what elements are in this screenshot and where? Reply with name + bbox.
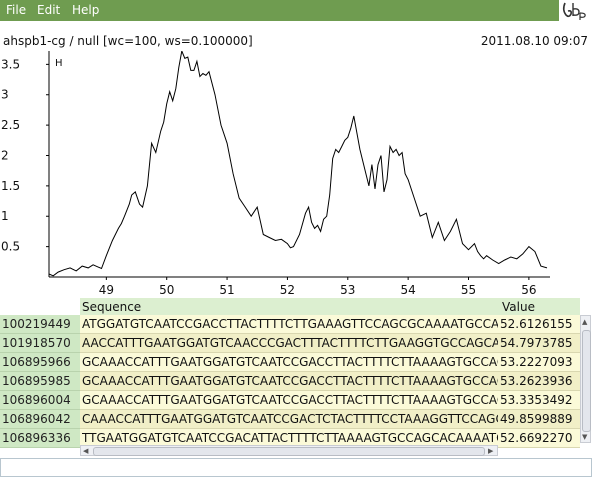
value-cell: 49.8599889 bbox=[500, 412, 573, 426]
table-row[interactable]: ATGGATGTCAATCCGACCTTACTTTTCTTGAAAGTTCCAG… bbox=[80, 315, 580, 334]
row-id[interactable]: 106896004 bbox=[0, 391, 80, 410]
x-tick-label: 54 bbox=[401, 283, 416, 297]
x-tick-label: 55 bbox=[461, 283, 476, 297]
series-line bbox=[48, 49, 548, 277]
y-tick-label: 0.5 bbox=[1, 240, 20, 254]
chart-title-bar: ahspb1-cg / null [wc=100, ws=0.100000] 2… bbox=[0, 34, 592, 50]
scroll-right-arrow-icon[interactable]: ▶ bbox=[488, 447, 493, 455]
value-cell: 53.2227093 bbox=[500, 355, 573, 369]
x-tick-label: 53 bbox=[340, 283, 355, 297]
y-tick-label: 1.5 bbox=[1, 179, 20, 193]
y-tick-label: 3 bbox=[1, 88, 9, 102]
header-sequence-label: Sequence bbox=[82, 300, 142, 314]
sequence-cell: GCAAACCATTTGAATGGATGTCAATCCGACCTTACTTTTC… bbox=[82, 374, 498, 388]
column-header-sequence[interactable]: Sequence bbox=[80, 298, 500, 315]
x-tick-label: 49 bbox=[99, 283, 114, 297]
menu-edit[interactable]: Edit bbox=[37, 3, 60, 17]
row-id[interactable]: 106896042 bbox=[0, 410, 80, 429]
x-tick-label: 51 bbox=[219, 283, 234, 297]
table-row[interactable]: AACCATTTGAATGGATGTCAACCCGACTTTACTTTTCTTG… bbox=[80, 334, 580, 353]
score-chart: 0.5 1 1.5 2 2.5 3 3.5 49 50 51 52 53 54 55 56 H bbox=[0, 49, 592, 300]
table-row[interactable]: GCAAACCATTTGAATGGATGTCAATCCGACCTTACTTTTC… bbox=[80, 391, 580, 410]
horizontal-scroll-thumb[interactable] bbox=[93, 447, 485, 456]
scroll-down-arrow-icon[interactable]: ▼ bbox=[582, 433, 587, 441]
y-tick-label: 3.5 bbox=[1, 57, 20, 71]
line-chart-svg: 0.5 1 1.5 2 2.5 3 3.5 49 50 51 52 53 54 55 56 H bbox=[1, 49, 550, 297]
status-bar bbox=[0, 458, 592, 477]
series-marker-label: H bbox=[55, 58, 63, 69]
value-cell: 52.6692270 bbox=[500, 431, 573, 445]
column-header-value[interactable]: Value bbox=[500, 298, 580, 315]
row-id[interactable]: 106896336 bbox=[0, 429, 80, 448]
value-cell: 53.2623936 bbox=[500, 374, 573, 388]
value-cell: 54.7973785 bbox=[500, 336, 573, 350]
y-tick-label: 1 bbox=[1, 209, 9, 223]
table-row[interactable]: GCAAACCATTTGAATGGATGTCAATCCGACCTTACTTTTC… bbox=[80, 353, 580, 372]
row-id[interactable]: 100219449 bbox=[0, 315, 80, 334]
table-row[interactable]: CAAACCATTTGAATGGATGTCAATCCGACTCTACTTTTCC… bbox=[80, 410, 580, 429]
x-tick-label: 52 bbox=[280, 283, 295, 297]
header-value-label: Value bbox=[502, 300, 535, 314]
menu-bar: File Edit Help bbox=[0, 0, 592, 21]
scroll-up-arrow-icon[interactable]: ▲ bbox=[582, 318, 587, 326]
timestamp: 2011.08.10 09:07 bbox=[480, 34, 588, 48]
x-tick-label: 50 bbox=[159, 283, 174, 297]
horizontal-scrollbar[interactable]: ◀ ▶ bbox=[80, 445, 498, 456]
row-id[interactable]: 106895966 bbox=[0, 353, 80, 372]
sequence-cell: GCAAACCATTTGAATGGATGTCAATCCGACCTTACTTTTC… bbox=[82, 355, 498, 369]
sequence-cell: CAAACCATTTGAATGGATGTCAATCCGACTCTACTTTTCC… bbox=[82, 412, 498, 426]
sequence-cell: AACCATTTGAATGGATGTCAACCCGACTTTACTTTTCTTG… bbox=[82, 336, 498, 350]
row-id[interactable]: 101918570 bbox=[0, 334, 80, 353]
menu-help[interactable]: Help bbox=[72, 3, 99, 17]
sequence-cell: GCAAACCATTTGAATGGATGTCAATCCGACCTTACTTTTC… bbox=[82, 393, 498, 407]
scroll-left-arrow-icon[interactable]: ◀ bbox=[83, 447, 88, 455]
x-tick-label: 56 bbox=[521, 283, 536, 297]
vertical-scrollbar[interactable]: ▲ ▼ bbox=[580, 315, 591, 443]
y-tick-label: 2.5 bbox=[1, 118, 20, 132]
value-cell: 52.6126155 bbox=[500, 317, 573, 331]
table-row[interactable]: GCAAACCATTTGAATGGATGTCAATCCGACCTTACTTTTC… bbox=[80, 372, 580, 391]
row-header-column: 100219449 101918570 106895966 106895985 1068… bbox=[0, 315, 80, 448]
table-body: ATGGATGTCAATCCGACCTTACTTTTCTTGAAAGTTCCAG… bbox=[80, 315, 580, 448]
y-tick-label: 2 bbox=[1, 148, 9, 162]
app-logo-icon bbox=[558, 0, 592, 21]
track-title: ahspb1-cg / null [wc=100, ws=0.100000] bbox=[3, 34, 253, 48]
value-cell: 53.3353492 bbox=[500, 393, 573, 407]
sequence-table: Sequence Value 100219449 101918570 1068959… bbox=[0, 298, 592, 458]
menu-file[interactable]: File bbox=[6, 3, 26, 17]
row-id[interactable]: 106895985 bbox=[0, 372, 80, 391]
vertical-scroll-thumb[interactable] bbox=[582, 330, 591, 432]
sequence-cell: ATGGATGTCAATCCGACCTTACTTTTCTTGAAAGTTCCAG… bbox=[82, 317, 498, 331]
